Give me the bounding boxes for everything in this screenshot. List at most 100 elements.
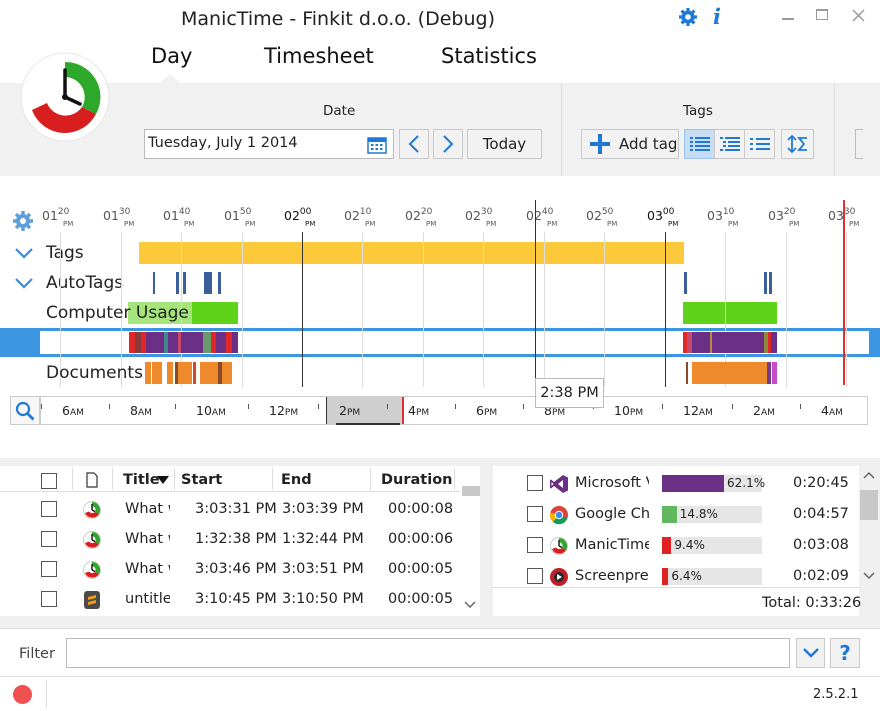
tag-view-tree-button[interactable] bbox=[714, 129, 745, 159]
document-segment[interactable] bbox=[686, 362, 688, 384]
toolbar-overflow[interactable] bbox=[855, 129, 863, 159]
timeline-settings-gear-icon[interactable] bbox=[12, 210, 34, 232]
select-all-checkbox[interactable] bbox=[41, 473, 57, 489]
table-scrollbar-thumb[interactable] bbox=[462, 486, 480, 496]
filter-input[interactable] bbox=[66, 638, 790, 668]
tick-minute: 20 bbox=[57, 207, 70, 217]
application-segment[interactable] bbox=[146, 332, 164, 353]
filter-dropdown-button[interactable] bbox=[796, 638, 825, 668]
application-segment[interactable] bbox=[771, 332, 777, 353]
autotag-segment[interactable] bbox=[183, 272, 186, 294]
add-tag-button[interactable]: Add tag bbox=[581, 129, 679, 159]
row-start: 3:03:31 PM bbox=[195, 501, 277, 517]
app-percent-fill bbox=[662, 537, 672, 554]
application-segment[interactable] bbox=[168, 332, 178, 353]
tick-minute: 20 bbox=[420, 207, 433, 217]
app-checkbox[interactable] bbox=[527, 537, 543, 553]
document-segment[interactable] bbox=[772, 362, 777, 384]
autotag-segment[interactable] bbox=[769, 272, 772, 294]
overview-ampm: AM bbox=[69, 408, 84, 418]
app-time: 0:03:08 bbox=[793, 537, 849, 553]
close-button[interactable] bbox=[852, 9, 865, 22]
minimize-button[interactable] bbox=[782, 18, 794, 20]
app-checkbox[interactable] bbox=[527, 506, 543, 522]
tab-timesheet[interactable]: Timesheet bbox=[264, 44, 374, 68]
sort-descending-icon[interactable] bbox=[157, 476, 169, 484]
calendar-icon[interactable] bbox=[367, 135, 387, 154]
gear-icon[interactable] bbox=[678, 7, 698, 27]
overview-ampm: PM bbox=[629, 408, 644, 418]
usage-segment-active[interactable] bbox=[192, 302, 238, 324]
autotag-segment[interactable] bbox=[764, 272, 767, 294]
info-icon[interactable]: i bbox=[713, 4, 721, 29]
row-checkbox[interactable] bbox=[41, 501, 57, 517]
autotag-segment[interactable] bbox=[218, 272, 221, 294]
apps-scrollbar-thumb[interactable] bbox=[860, 490, 878, 520]
start-column-header[interactable]: Start bbox=[181, 472, 222, 488]
apps-scroll-down-icon[interactable] bbox=[863, 572, 875, 580]
tab-statistics[interactable]: Statistics bbox=[441, 44, 537, 68]
document-segment[interactable] bbox=[152, 362, 162, 384]
document-segment[interactable] bbox=[767, 362, 771, 384]
document-segment[interactable] bbox=[145, 362, 151, 384]
usage-segment-active-2[interactable] bbox=[683, 302, 777, 324]
previous-day-button[interactable] bbox=[399, 129, 429, 159]
gridline bbox=[362, 232, 363, 387]
overview-tick bbox=[800, 404, 801, 409]
overview-visible-range[interactable] bbox=[326, 397, 402, 424]
autotag-segment[interactable] bbox=[684, 272, 687, 294]
tick-ampm: PM bbox=[728, 220, 739, 228]
zoom-button[interactable] bbox=[10, 396, 40, 425]
app-checkbox[interactable] bbox=[527, 568, 543, 584]
row-checkbox[interactable] bbox=[41, 561, 57, 577]
document-segment[interactable] bbox=[692, 362, 767, 384]
day-overview-bar[interactable] bbox=[40, 396, 868, 425]
tags-collapse-chevron-icon[interactable] bbox=[14, 246, 34, 260]
document-segment[interactable] bbox=[178, 362, 192, 384]
date-field[interactable]: Tuesday, July 1 2014 bbox=[144, 129, 394, 159]
application-segment[interactable] bbox=[232, 332, 238, 353]
next-day-button[interactable] bbox=[433, 129, 463, 159]
document-segment[interactable] bbox=[167, 362, 173, 384]
gridline bbox=[483, 232, 484, 387]
tick-hour: 02 bbox=[526, 208, 542, 223]
tag-sum-button[interactable] bbox=[781, 129, 814, 159]
app-percent-fill bbox=[662, 506, 677, 523]
today-button[interactable]: Today bbox=[467, 129, 542, 159]
autotag-segment[interactable] bbox=[204, 272, 212, 294]
apps-scroll-up-icon[interactable] bbox=[863, 471, 875, 479]
document-segment[interactable] bbox=[222, 362, 232, 384]
overview-hour-label: 12AM bbox=[683, 403, 713, 418]
application-segment[interactable] bbox=[203, 332, 211, 353]
tick-hour: 02 bbox=[586, 208, 602, 223]
tick-hour: 01 bbox=[42, 208, 58, 223]
application-segment[interactable] bbox=[696, 332, 764, 353]
help-icon[interactable]: ? bbox=[830, 638, 860, 668]
sublime-icon bbox=[84, 591, 100, 609]
overview-hour-label: 10AM bbox=[196, 403, 226, 418]
row-checkbox[interactable] bbox=[41, 531, 57, 547]
application-segment[interactable] bbox=[181, 332, 203, 353]
autotags-collapse-chevron-icon[interactable] bbox=[14, 276, 34, 290]
tab-day[interactable]: Day bbox=[151, 44, 192, 68]
title-column-header[interactable]: Title bbox=[123, 472, 160, 488]
application-segment[interactable] bbox=[710, 332, 712, 353]
tag-view-list-button[interactable] bbox=[684, 129, 715, 159]
tag-segment[interactable] bbox=[139, 242, 684, 264]
end-column-header[interactable]: End bbox=[281, 472, 312, 488]
document-segment[interactable] bbox=[200, 362, 218, 384]
document-segment[interactable] bbox=[193, 362, 196, 384]
app-checkbox[interactable] bbox=[527, 475, 543, 491]
table-scroll-down-icon[interactable] bbox=[464, 601, 476, 609]
duration-column-header[interactable]: Duration bbox=[381, 472, 452, 488]
overview-range-start-handle[interactable] bbox=[326, 397, 327, 424]
maximize-button[interactable] bbox=[816, 9, 828, 20]
tag-view-compact-button[interactable] bbox=[744, 129, 775, 159]
tick-hour: 03 bbox=[828, 208, 844, 223]
autotag-segment[interactable] bbox=[153, 272, 155, 294]
tick-minute: 50 bbox=[239, 207, 252, 217]
autotag-segment[interactable] bbox=[176, 272, 179, 294]
row-checkbox[interactable] bbox=[41, 591, 57, 607]
application-segment[interactable] bbox=[216, 332, 226, 353]
recording-status-icon[interactable] bbox=[13, 685, 32, 704]
